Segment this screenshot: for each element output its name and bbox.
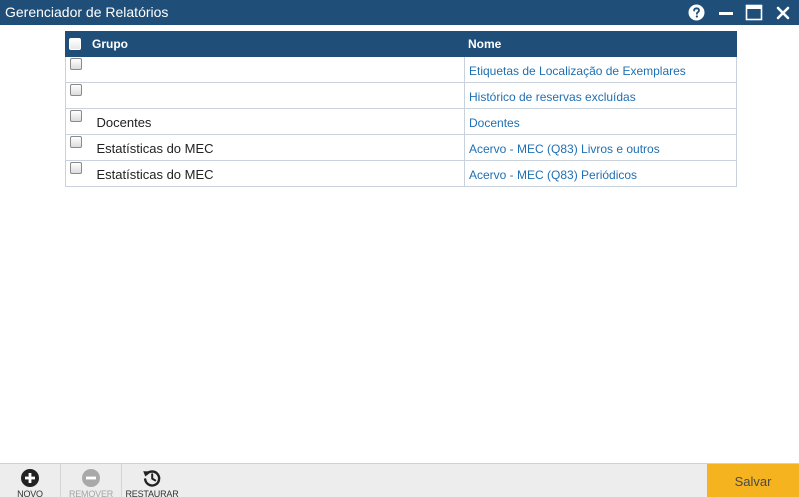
history-icon (143, 470, 161, 487)
minimize-icon[interactable] (716, 3, 736, 22)
reports-table: Grupo Nome Etiquetas de Localização de E… (65, 31, 737, 187)
maximize-icon[interactable] (744, 3, 764, 22)
row-name-cell: Acervo - MEC (Q83) Periódicos (464, 160, 737, 187)
new-button[interactable]: NOVO (0, 464, 60, 497)
row-checkbox-cell (65, 108, 88, 135)
table-row[interactable]: Estatísticas do MEC Acervo - MEC (Q83) P… (65, 160, 737, 187)
row-checkbox[interactable] (70, 58, 82, 70)
row-checkbox[interactable] (70, 162, 82, 174)
report-link[interactable]: Etiquetas de Localização de Exemplares (469, 64, 686, 78)
window-title: Gerenciador de Relatórios (5, 4, 169, 20)
remove-button[interactable]: REMOVER (61, 464, 121, 497)
bottom-toolbar: NOVO REMOVER RESTAURAR Salvar (0, 463, 799, 497)
select-all-cell (65, 31, 88, 57)
report-link[interactable]: Acervo - MEC (Q83) Livros e outros (469, 142, 660, 156)
table-row[interactable]: Estatísticas do MEC Acervo - MEC (Q83) L… (65, 134, 737, 161)
row-name-cell: Etiquetas de Localização de Exemplares (464, 56, 737, 83)
report-link[interactable]: Acervo - MEC (Q83) Periódicos (469, 168, 637, 182)
row-checkbox[interactable] (70, 110, 82, 122)
close-icon[interactable] (773, 3, 793, 22)
row-checkbox-cell (65, 160, 88, 187)
table-row[interactable]: Histórico de reservas excluídas (65, 82, 737, 109)
table-header-row: Grupo Nome (65, 31, 737, 57)
row-checkbox-cell (65, 134, 88, 161)
row-checkbox[interactable] (70, 136, 82, 148)
row-group: Estatísticas do MEC (87, 160, 465, 187)
help-icon[interactable] (686, 3, 706, 22)
minus-circle-icon (82, 469, 100, 487)
row-group: Estatísticas do MEC (87, 134, 465, 161)
column-header-name[interactable]: Nome (464, 31, 737, 57)
table-row[interactable]: Etiquetas de Localização de Exemplares (65, 56, 737, 83)
restore-button-label: RESTAURAR (125, 489, 179, 497)
row-group (87, 56, 465, 83)
save-button[interactable]: Salvar (707, 464, 799, 497)
row-group: Docentes (87, 108, 465, 135)
row-name-cell: Acervo - MEC (Q83) Livros e outros (464, 134, 737, 161)
plus-circle-icon (21, 469, 39, 487)
title-bar: Gerenciador de Relatórios (0, 0, 799, 25)
row-checkbox[interactable] (70, 84, 82, 96)
table-row[interactable]: Docentes Docentes (65, 108, 737, 135)
row-name-cell: Docentes (464, 108, 737, 135)
report-link[interactable]: Histórico de reservas excluídas (469, 90, 636, 104)
new-button-label: NOVO (17, 489, 43, 497)
row-checkbox-cell (65, 82, 88, 109)
remove-button-label: REMOVER (68, 489, 114, 497)
row-name-cell: Histórico de reservas excluídas (464, 82, 737, 109)
restore-button[interactable]: RESTAURAR (122, 464, 182, 497)
row-checkbox-cell (65, 56, 88, 83)
report-manager-window: Gerenciador de Relatórios Grupo Nome Eti… (0, 0, 799, 497)
column-header-group[interactable]: Grupo (87, 31, 465, 57)
select-all-checkbox[interactable] (69, 38, 81, 50)
row-group (87, 82, 465, 109)
report-link[interactable]: Docentes (469, 116, 520, 130)
